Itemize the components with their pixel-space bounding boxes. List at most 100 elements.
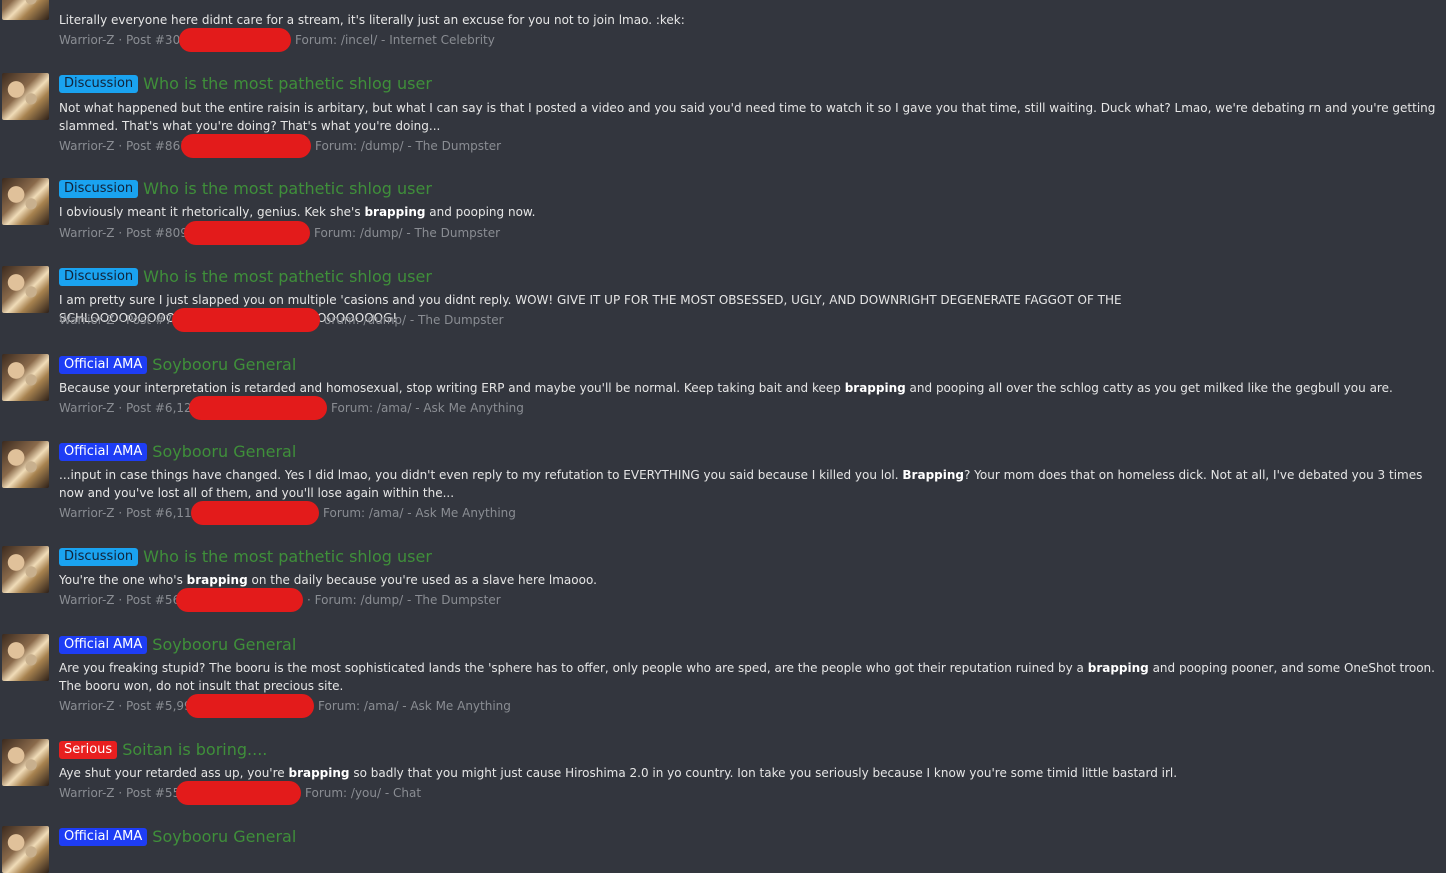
avatar[interactable] (2, 546, 49, 593)
redaction-mark (191, 501, 319, 525)
snippet-text: and pooping now. (425, 205, 536, 219)
meta-separator: · (114, 506, 126, 520)
snippet-text: ...input in case things have changed. Ye… (59, 468, 903, 482)
forum-link[interactable]: Forum: /ama/ - Ask Me Anything (331, 400, 524, 416)
meta-separator: · (114, 226, 126, 240)
post-number[interactable]: Post #6,113 (126, 505, 199, 521)
avatar[interactable] (2, 73, 49, 120)
thread-title-link[interactable]: Soybooru General (152, 355, 296, 375)
thread-title-row: Official AMA Soybooru General (59, 634, 296, 656)
prefix-badge[interactable]: Official AMA (59, 443, 148, 461)
forum-link[interactable]: Forum: /ama/ - Ask Me Anything (318, 698, 511, 714)
post-number[interactable]: Post #55 (126, 785, 180, 801)
forum-link[interactable]: Forum: /dump/ - The Dumpster (315, 138, 501, 154)
snippet-text: Aye shut your retarded ass up, you're (59, 766, 289, 780)
thread-title-link[interactable]: Soybooru General (152, 442, 296, 462)
forum-link[interactable]: · Forum: /dump/ - The Dumpster (307, 592, 501, 608)
post-snippet[interactable]: Not what happened but the entire raisin … (59, 99, 1436, 135)
prefix-badge[interactable]: Official AMA (59, 828, 148, 846)
post-meta: Warrior-Z · Post #55 (59, 785, 180, 801)
snippet-text: Because your interpretation is retarded … (59, 381, 845, 395)
highlight-term: Brapping (902, 468, 964, 482)
post-meta: Warrior-Z · Post #861 (59, 138, 188, 154)
post-meta: Warrior-Z · Post #6,113 (59, 505, 199, 521)
prefix-badge[interactable]: Official AMA (59, 636, 148, 654)
avatar[interactable] (2, 0, 49, 20)
author-link[interactable]: Warrior-Z (59, 505, 115, 521)
avatar[interactable] (2, 178, 49, 225)
post-snippet[interactable]: Aye shut your retarded ass up, you're br… (59, 764, 1436, 782)
thread-title-row: Discussion Who is the most pathetic shlog… (59, 546, 432, 568)
thread-title-link[interactable]: Soitan is boring.... (122, 740, 267, 760)
prefix-badge[interactable]: Discussion (59, 268, 139, 286)
post-meta: Warrior-Z · Post #5,992 (59, 698, 199, 714)
post-meta: Warrior-Z · Post #809 (59, 225, 188, 241)
meta-separator: · (114, 401, 126, 415)
post-snippet[interactable]: I obviously meant it rhetorically, geniu… (59, 203, 1436, 221)
snippet-text: Not what happened but the entire raisin … (59, 101, 1436, 133)
highlight-term: brapping (364, 205, 426, 219)
post-snippet[interactable]: ...input in case things have changed. Ye… (59, 466, 1436, 502)
meta-separator: · (114, 593, 126, 607)
highlight-term: brapping (288, 766, 350, 780)
redaction-mark (184, 221, 310, 245)
avatar[interactable] (2, 441, 49, 488)
thread-title-row: Discussion Who is the most pathetic shlog… (59, 178, 432, 200)
prefix-badge[interactable]: Discussion (59, 548, 139, 566)
post-meta: Warrior-Z · Post #6,125 (59, 400, 199, 416)
thread-title-link[interactable]: Who is the most pathetic shlog user (143, 179, 432, 199)
thread-title-link[interactable]: Soybooru General (152, 635, 296, 655)
forum-link[interactable]: orum: /dump/ - The Dumpster (324, 312, 504, 328)
forum-link[interactable]: Forum: /dump/ - The Dumpster (314, 225, 500, 241)
post-number[interactable]: Post #861 (126, 138, 188, 154)
redaction-mark (176, 781, 301, 805)
redaction-mark (181, 134, 311, 158)
redaction-mark (186, 694, 314, 718)
meta-separator: · (114, 699, 126, 713)
thread-title-row: Discussion Who is the most pathetic shlog… (59, 266, 432, 288)
meta-separator: · (114, 786, 126, 800)
post-number[interactable]: Post #809 (126, 225, 188, 241)
author-link[interactable]: Warrior-Z (59, 592, 115, 608)
thread-title-link[interactable]: Who is the most pathetic shlog user (143, 267, 432, 287)
post-snippet[interactable]: Are you freaking stupid? The booru is th… (59, 659, 1436, 695)
thread-title-row: Official AMA Soybooru General (59, 354, 296, 376)
prefix-badge[interactable]: Serious (59, 741, 118, 759)
author-link[interactable]: Warrior-Z (59, 698, 115, 714)
post-snippet[interactable]: Because your interpretation is retarded … (59, 379, 1436, 397)
author-link[interactable]: Warrior-Z (59, 312, 115, 328)
prefix-badge[interactable]: Discussion (59, 75, 139, 93)
author-link[interactable]: Warrior-Z (59, 400, 115, 416)
post-snippet[interactable]: Literally everyone here didnt care for a… (59, 11, 1436, 29)
avatar[interactable] (2, 354, 49, 401)
post-snippet[interactable]: You're the one who's brapping on the dai… (59, 571, 1436, 589)
redaction-mark (179, 28, 291, 52)
meta-separator: · (114, 33, 126, 47)
forum-link[interactable]: Forum: /ama/ - Ask Me Anything (323, 505, 516, 521)
thread-title-link[interactable]: Soybooru General (152, 827, 296, 847)
author-link[interactable]: Warrior-Z (59, 138, 115, 154)
prefix-badge[interactable]: Official AMA (59, 356, 148, 374)
meta-separator: · (114, 313, 126, 327)
prefix-badge[interactable]: Discussion (59, 180, 139, 198)
author-link[interactable]: Warrior-Z (59, 32, 115, 48)
redaction-mark (172, 308, 320, 332)
highlight-term: brapping (1087, 661, 1149, 675)
snippet-text: I obviously meant it rhetorically, geniu… (59, 205, 365, 219)
snippet-text: Are you freaking stupid? The booru is th… (59, 661, 1088, 675)
thread-title-row: Official AMA Soybooru General (59, 441, 296, 463)
thread-title-row: Serious Soitan is boring.... (59, 739, 267, 761)
author-link[interactable]: Warrior-Z (59, 225, 115, 241)
redaction-mark (189, 396, 327, 420)
snippet-text: and pooping all over the schlog catty as… (905, 381, 1393, 395)
avatar[interactable] (2, 739, 49, 786)
thread-title-row: Discussion Who is the most pathetic shlog… (59, 73, 432, 95)
forum-link[interactable]: Forum: /you/ - Chat (305, 785, 421, 801)
avatar[interactable] (2, 634, 49, 681)
highlight-term: brapping (186, 573, 248, 587)
thread-title-link[interactable]: Who is the most pathetic shlog user (143, 547, 432, 567)
author-link[interactable]: Warrior-Z (59, 785, 115, 801)
forum-link[interactable]: Forum: /incel/ - Internet Celebrity (295, 32, 495, 48)
thread-title-link[interactable]: Who is the most pathetic shlog user (143, 74, 432, 94)
avatar[interactable] (2, 266, 49, 313)
